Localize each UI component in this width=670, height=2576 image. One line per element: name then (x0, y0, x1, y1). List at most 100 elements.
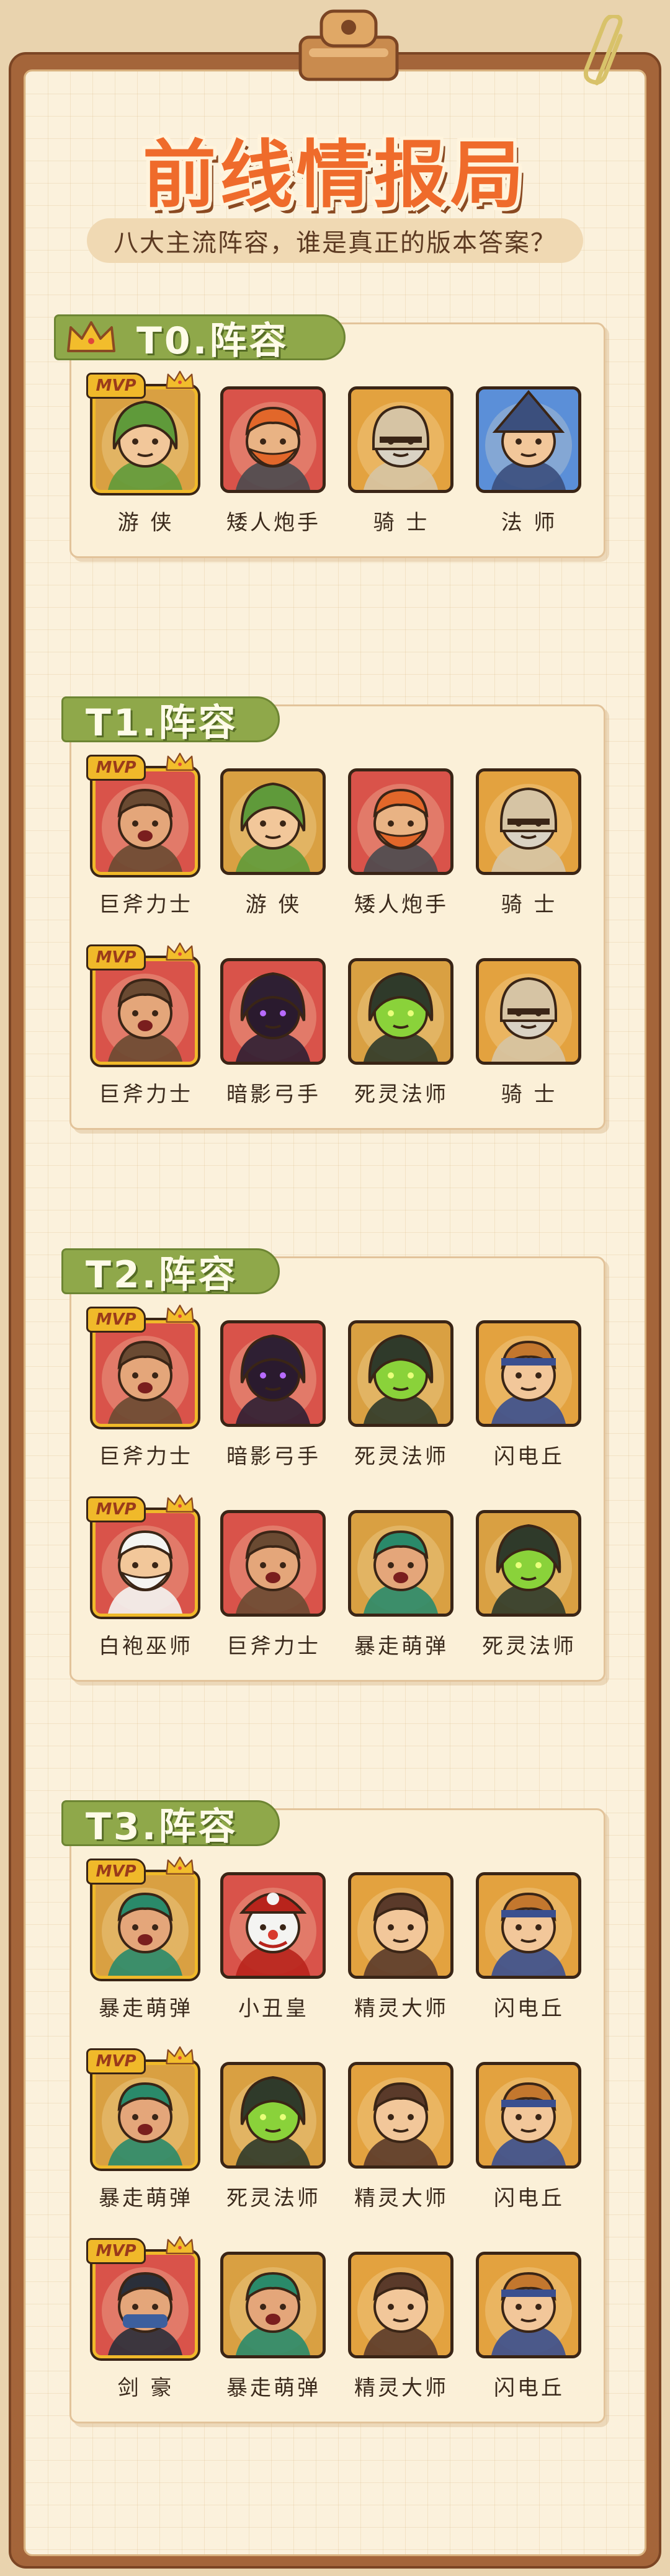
hero-card[interactable]: 闪电丘 (473, 1320, 585, 1475)
hero-name: 骑 士 (373, 510, 430, 535)
tier-section-0: T0.阵容 MVP 游 侠矮人炮手骑 士 法 师 (54, 314, 605, 560)
wizard-portrait-icon (476, 386, 581, 493)
lineup-row: MVP 暴走萌弹 小丑皇 精灵大师闪电丘 (86, 1856, 599, 2046)
hero-card[interactable]: 闪电丘 (473, 2252, 585, 2407)
lineup-row: MVP 巨斧力士 暗影弓手 死灵法师 骑 士 (86, 942, 599, 1132)
hero-name: 死灵法师 (354, 1444, 449, 1469)
knight-portrait-icon (476, 768, 581, 875)
hero-name: 死灵法师 (226, 2186, 321, 2211)
tier-label: T1.阵容 (61, 696, 280, 745)
page-subtitle: 八大主流阵容，谁是真正的版本答案？ (87, 218, 583, 263)
hero-name: 游 侠 (245, 892, 302, 917)
mvp-crown-icon (166, 752, 194, 771)
rampage-bomber-portrait-icon (220, 2252, 326, 2358)
knight-portrait-icon (476, 958, 581, 1065)
hero-card[interactable]: 暴走萌弹 (346, 1510, 457, 1665)
hero-card[interactable]: MVP 巨斧力士 (86, 942, 202, 1113)
hero-card[interactable]: 骑 士 (346, 386, 457, 541)
hero-name: 法 师 (501, 510, 558, 535)
hero-card[interactable]: 暗影弓手 (218, 1320, 329, 1475)
hero-card[interactable]: 矮人炮手 (346, 768, 457, 923)
paperclip-icon (583, 15, 623, 86)
hero-name: 暗影弓手 (226, 1082, 321, 1107)
hero-name: 骑 士 (501, 892, 558, 917)
lineup-row: MVP 巨斧力士 暗影弓手 死灵法师 闪电丘 (86, 1304, 599, 1494)
hero-card[interactable]: MVP 剑 豪 (86, 2236, 202, 2407)
hero-card[interactable]: MVP 白袍巫师 (86, 1494, 202, 1665)
hero-name: 剑 豪 (117, 2376, 174, 2401)
shadow-archer-portrait-icon (220, 1320, 326, 1427)
hero-name: 暴走萌弹 (99, 2186, 193, 2211)
hero-name: 矮人炮手 (354, 892, 449, 917)
mvp-crown-icon (166, 370, 194, 389)
tier-label: T2.阵容 (61, 1248, 280, 1297)
hero-name: 死灵法师 (482, 1634, 576, 1659)
elf-master-portrait-icon (348, 2062, 453, 2169)
swordmaster-portrait-icon (92, 2252, 198, 2358)
hero-name: 暗影弓手 (226, 1444, 321, 1469)
hero-card[interactable]: 死灵法师 (473, 1510, 585, 1665)
hero-card[interactable]: 巨斧力士 (218, 1510, 329, 1665)
hero-card[interactable]: 法 师 (473, 386, 585, 541)
mvp-crown-icon (166, 942, 194, 961)
hero-card[interactable]: 骑 士 (473, 958, 585, 1113)
hero-card[interactable]: MVP 巨斧力士 (86, 752, 202, 923)
hero-card[interactable]: 骑 士 (473, 768, 585, 923)
hero-name: 闪电丘 (494, 1444, 565, 1469)
white-robe-wizard-portrait-icon (92, 1510, 198, 1617)
rampage-bomber-portrait-icon (92, 2062, 198, 2169)
tier-section-2: T2.阵容 MVP 巨斧力士 暗影弓手 死灵法师 闪电丘 MVP 白袍巫师 巨斧力士 暴走萌弹… (61, 1248, 605, 1682)
necromancer-portrait-icon (348, 958, 453, 1065)
mvp-crown-icon (166, 2046, 194, 2064)
hero-card[interactable]: MVP 巨斧力士 (86, 1304, 202, 1475)
tier-label: T3.阵容 (61, 1800, 280, 1849)
hero-name: 巨斧力士 (99, 892, 193, 917)
hero-name: 闪电丘 (494, 1996, 565, 2021)
lineup-row: MVP 暴走萌弹 死灵法师 精灵大师 闪电丘 (86, 2046, 599, 2236)
axe-brute-portrait-icon (92, 768, 198, 875)
hero-card[interactable]: 精灵大师 (346, 1872, 457, 2027)
hero-name: 巨斧力士 (226, 1634, 321, 1659)
hero-card[interactable]: 精灵大师 (346, 2062, 457, 2217)
necromancer-portrait-icon (476, 1510, 581, 1617)
shadow-archer-portrait-icon (220, 958, 326, 1065)
mvp-badge: MVP (86, 2048, 146, 2074)
hero-name: 暴走萌弹 (226, 2376, 321, 2401)
hero-card[interactable]: 游 侠 (218, 768, 329, 923)
hero-name: 白袍巫师 (99, 1634, 193, 1659)
elf-master-portrait-icon (348, 2252, 453, 2358)
hero-name: 巨斧力士 (99, 1082, 193, 1107)
knight-portrait-icon (348, 386, 453, 493)
tier-label-text: T2.阵容 (86, 1253, 238, 1297)
hero-card[interactable]: 闪电丘 (473, 2062, 585, 2217)
lightning-hillman-portrait-icon (476, 1320, 581, 1427)
lightning-hillman-portrait-icon (476, 2252, 581, 2358)
mvp-crown-icon (166, 2236, 194, 2254)
hero-card[interactable]: 精灵大师 (346, 2252, 457, 2407)
hero-card[interactable]: 死灵法师 (346, 958, 457, 1113)
hero-card[interactable]: MVP 暴走萌弹 (86, 1856, 202, 2027)
hero-card[interactable]: 小丑皇 (218, 1872, 329, 2027)
hero-name: 骑 士 (501, 1082, 558, 1107)
hero-card[interactable]: 死灵法师 (218, 2062, 329, 2217)
dwarf-gunner-portrait-icon (220, 386, 326, 493)
tier-section-1: T1.阵容 MVP 巨斧力士游 侠矮人炮手骑 士 MVP 巨斧力士 暗影弓手 死灵法师骑… (61, 696, 605, 1132)
hero-card[interactable]: 矮人炮手 (218, 386, 329, 541)
mvp-crown-icon (166, 1856, 194, 1875)
tier-label-text: T0.阵容 (136, 319, 289, 363)
mvp-badge: MVP (86, 1859, 146, 1885)
hero-card[interactable]: 闪电丘 (473, 1872, 585, 2027)
hero-name: 巨斧力士 (99, 1444, 193, 1469)
necromancer-portrait-icon (348, 1320, 453, 1427)
mvp-badge: MVP (86, 755, 146, 781)
tier-label-text: T1.阵容 (86, 701, 238, 745)
hero-name: 暴走萌弹 (354, 1634, 449, 1659)
page-title: 前线情报局 (142, 132, 527, 218)
hero-card[interactable]: MVP 游 侠 (86, 370, 202, 541)
hero-card[interactable]: 暗影弓手 (218, 958, 329, 1113)
hero-card[interactable]: 暴走萌弹 (218, 2252, 329, 2407)
hero-card[interactable]: MVP 暴走萌弹 (86, 2046, 202, 2217)
hero-name: 死灵法师 (354, 1082, 449, 1107)
lineup-row: MVP 游 侠矮人炮手骑 士 法 师 (86, 370, 599, 560)
hero-card[interactable]: 死灵法师 (346, 1320, 457, 1475)
